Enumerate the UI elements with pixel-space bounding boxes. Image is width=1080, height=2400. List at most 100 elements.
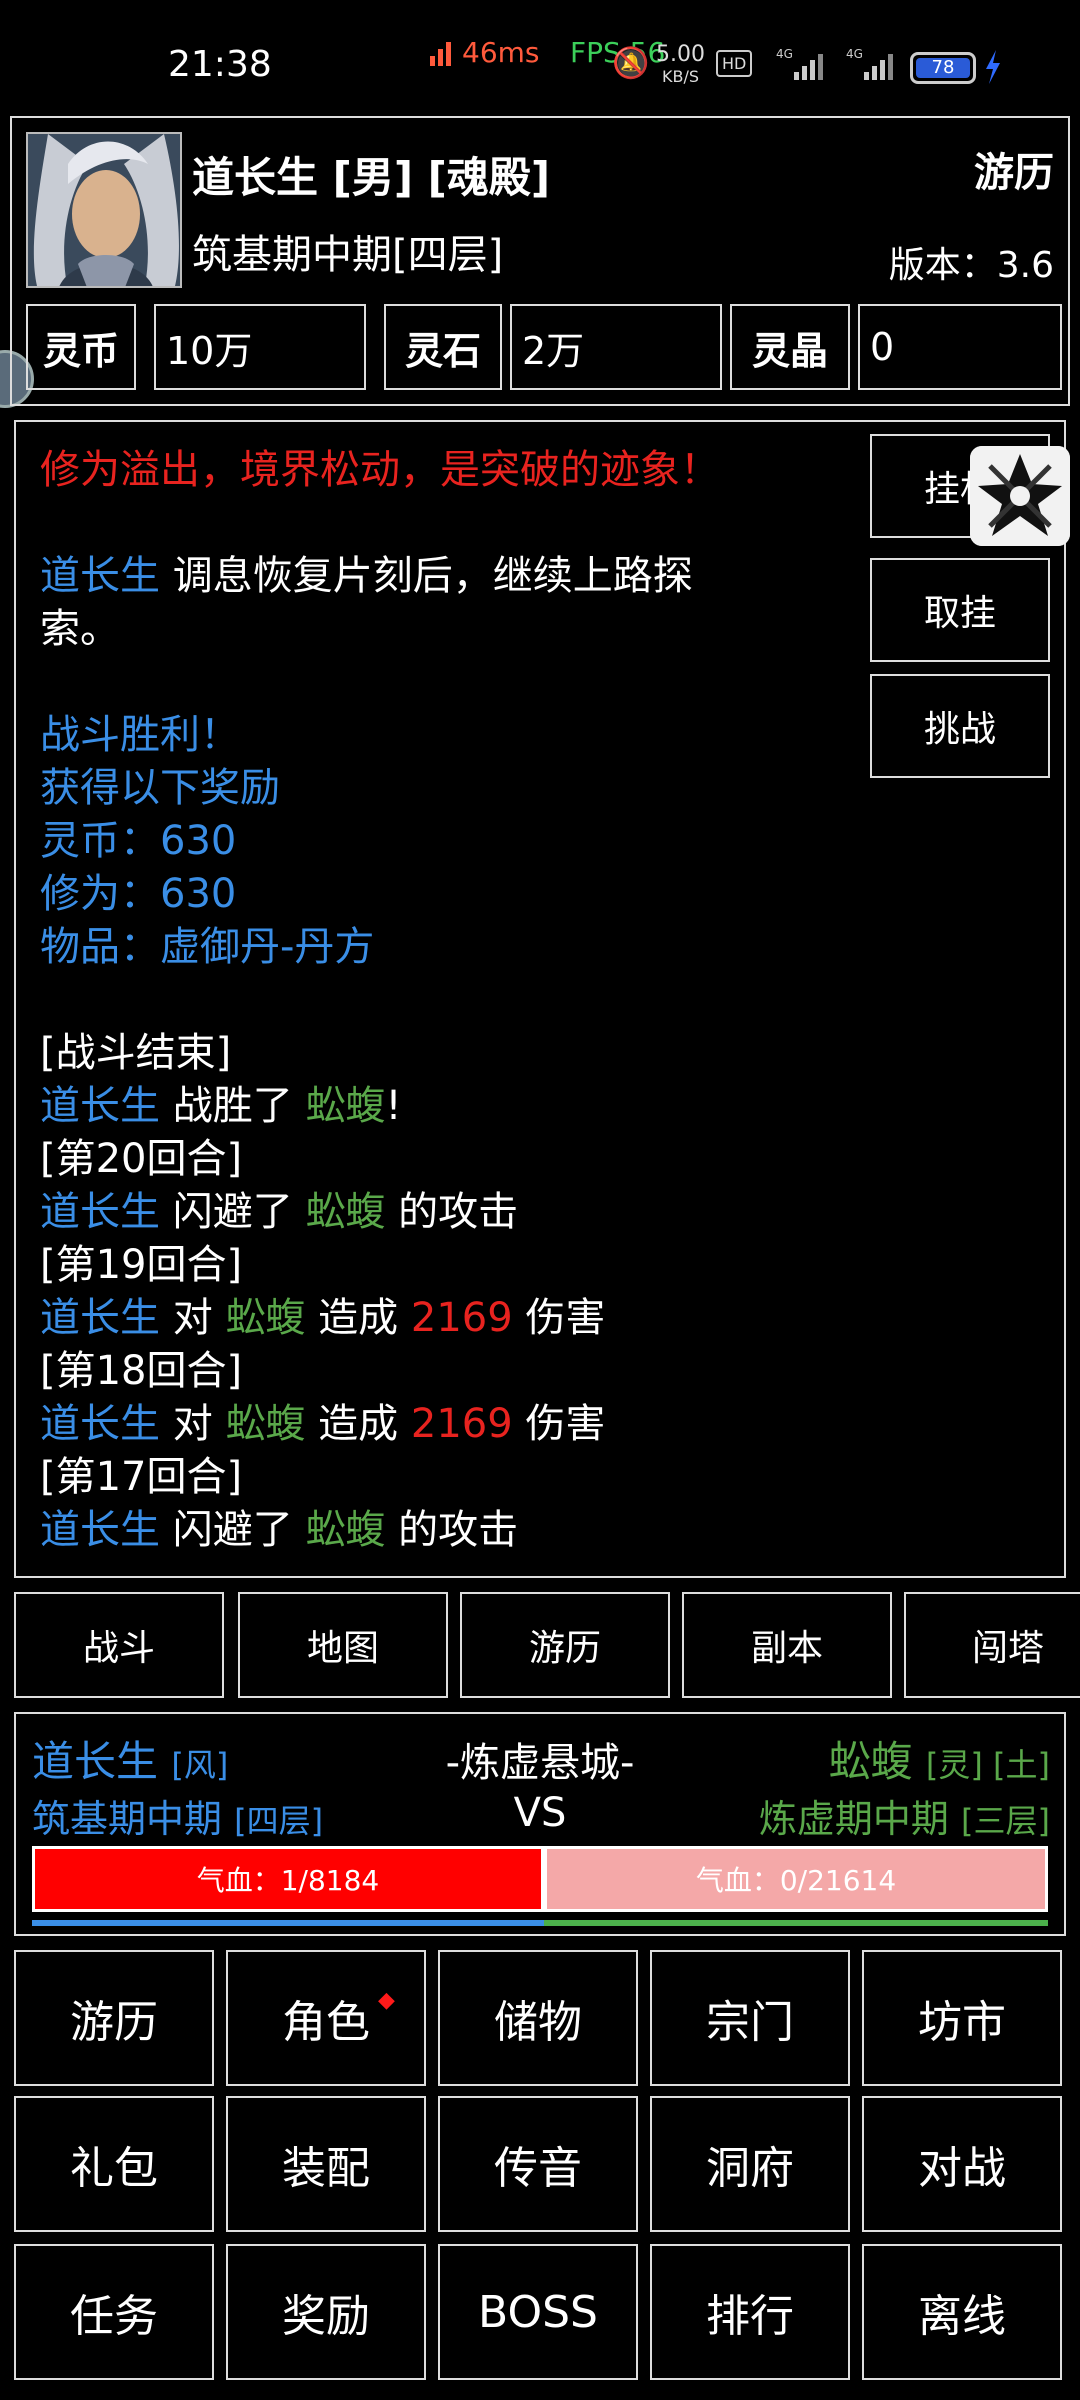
log-text: 闪避了 xyxy=(160,1189,306,1235)
menu-gift-button[interactable]: 礼包 xyxy=(14,2096,214,2232)
log-text: 索。 xyxy=(40,606,120,652)
log-enemy-name: 蚣蝮 xyxy=(225,1295,306,1341)
log-round: [第18回合] xyxy=(40,1348,243,1394)
menu-travel-button[interactable]: 游历 xyxy=(14,1950,214,2086)
signal-4g-icon: 4G xyxy=(846,46,896,86)
battle-log-panel[interactable]: 修为溢出，境界松动，是突破的迹象！ 道长生 调息恢复片刻后，继续上路探 索。 战… xyxy=(14,420,1066,1578)
cancel-idle-button[interactable]: 取挂 xyxy=(870,558,1050,662)
log-text: 的攻击 xyxy=(385,1189,519,1235)
log-text: 伤害 xyxy=(512,1295,606,1341)
version-label: 版本：3.6 xyxy=(888,245,1054,286)
character-name: 道长生 [男] [魂殿] xyxy=(192,153,551,202)
signal-bars-icon xyxy=(430,40,452,66)
log-victory: 战斗胜利！ xyxy=(40,712,240,758)
battle-enemy-layer: [三层] xyxy=(961,1802,1050,1840)
log-text: 的攻击 xyxy=(385,1507,519,1553)
log-round: [第17回合] xyxy=(40,1454,243,1500)
log-line: 道长生 闪避了 蚣蝮 的攻击 xyxy=(40,1504,880,1557)
battle-enemy-realm-row: 炼虚期中期 [三层] xyxy=(759,1788,1050,1843)
enemy-hp-bar: 气血：0/21614 xyxy=(544,1846,1048,1912)
tab-battle[interactable]: 战斗 xyxy=(14,1592,224,1698)
menu-quest-button[interactable]: 任务 xyxy=(14,2244,214,2380)
log-damage: 2169 xyxy=(410,1401,513,1447)
player-energy-bar xyxy=(32,1920,544,1926)
battle-enemy-realm: 炼虚期中期 xyxy=(758,1797,949,1841)
currency-value-spirit-crystal: 0 xyxy=(858,304,1062,390)
log-player-name: 道长生 xyxy=(40,1401,160,1447)
battle-enemy-name: 蚣蝮 xyxy=(828,1737,913,1786)
battle-enemy: 蚣蝮 [灵] [土] xyxy=(829,1728,1051,1789)
net-speed-value: 5.00 xyxy=(656,42,705,67)
log-text: ! xyxy=(385,1083,402,1129)
log-enemy-name: 蚣蝮 xyxy=(305,1507,386,1553)
menu-message-button[interactable]: 传音 xyxy=(438,2096,638,2232)
log-player-name: 道长生 xyxy=(40,553,160,599)
log-reward-cultivation: 修为：630 xyxy=(40,871,237,917)
notification-dot-icon: ◆ xyxy=(378,1988,395,2013)
character-realm: 筑基期中期[四层] xyxy=(192,232,504,278)
menu-character-label: 角色 xyxy=(282,1997,370,2048)
currency-label-spirit-crystal: 灵晶 xyxy=(730,304,850,390)
charging-icon xyxy=(984,50,1002,88)
log-text: 伤害 xyxy=(512,1401,606,1447)
menu-cave-button[interactable]: 洞府 xyxy=(650,2096,850,2232)
mute-icon: 🔕 xyxy=(612,46,650,81)
menu-offline-button[interactable]: 离线 xyxy=(862,2244,1062,2380)
log-player-name: 道长生 xyxy=(40,1507,160,1553)
log-round: [第20回合] xyxy=(40,1136,243,1182)
currency-value-spirit-coin: 10万 xyxy=(154,304,366,390)
log-line: 道长生 对 蚣蝮 造成 2169 伤害 xyxy=(40,1398,880,1451)
battery-level: 78 xyxy=(916,58,970,78)
battery-icon: 78 xyxy=(910,52,976,84)
menu-equip-button[interactable]: 装配 xyxy=(226,2096,426,2232)
log-breakthrough-hint: 修为溢出，境界松动，是突破的迹象！ xyxy=(40,447,720,493)
menu-character-button[interactable]: 角色 ◆ xyxy=(226,1950,426,2086)
challenge-button[interactable]: 挑战 xyxy=(870,674,1050,778)
log-damage: 2169 xyxy=(410,1295,513,1341)
character-header: 道长生 [男] [魂殿] 筑基期中期[四层] 游历 版本：3.6 灵币 10万 … xyxy=(10,116,1070,406)
log-enemy-name: 蚣蝮 xyxy=(225,1401,306,1447)
menu-sect-button[interactable]: 宗门 xyxy=(650,1950,850,2086)
log-text: 对 xyxy=(160,1295,226,1341)
ping-readout: 46ms xyxy=(462,36,540,69)
log-text: 对 xyxy=(160,1401,226,1447)
log-text: 造成 xyxy=(305,1401,411,1447)
menu-boss-button[interactable]: BOSS xyxy=(438,2244,638,2380)
menu-storage-button[interactable]: 储物 xyxy=(438,1950,638,2086)
avatar-portrait xyxy=(28,134,180,286)
tab-tower[interactable]: 闯塔 xyxy=(904,1592,1080,1698)
tab-dungeon[interactable]: 副本 xyxy=(682,1592,892,1698)
floating-game-assistant-icon[interactable] xyxy=(970,446,1070,546)
menu-market-button[interactable]: 坊市 xyxy=(862,1950,1062,2086)
log-player-name: 道长生 xyxy=(40,1189,160,1235)
player-hp-bar: 气血：1/8184 xyxy=(32,1846,544,1912)
log-enemy-name: 蚣蝮 xyxy=(305,1189,386,1235)
svg-text:4G: 4G xyxy=(846,47,863,61)
currency-value-spirit-stone: 2万 xyxy=(510,304,722,390)
log-line: 道长生 对 蚣蝮 造成 2169 伤害 xyxy=(40,1292,880,1345)
travel-label[interactable]: 游历 xyxy=(974,140,1054,198)
menu-pvp-button[interactable]: 对战 xyxy=(862,2096,1062,2232)
signal-4g-icon: 4G xyxy=(776,46,826,86)
character-avatar[interactable] xyxy=(26,132,182,288)
battle-enemy-tags: [灵] [土] xyxy=(925,1746,1050,1784)
log-rest-line: 道长生 调息恢复片刻后，继续上路探 xyxy=(40,550,880,603)
tab-travel[interactable]: 游历 xyxy=(460,1592,670,1698)
log-reward-coin: 灵币：630 xyxy=(40,818,237,864)
log-line: 道长生 闪避了 蚣蝮 的攻击 xyxy=(40,1186,880,1239)
currency-label-spirit-stone: 灵石 xyxy=(384,304,502,390)
log-battle-end: [战斗结束] xyxy=(40,1030,232,1076)
log-round: [第19回合] xyxy=(40,1242,243,1288)
menu-rank-button[interactable]: 排行 xyxy=(650,2244,850,2380)
battle-status-panel: 道长生 [风] 筑基期中期 [四层] -炼虚悬城- VS 蚣蝮 [灵] [土] … xyxy=(14,1712,1066,1936)
battle-log: 修为溢出，境界松动，是突破的迹象！ 道长生 调息恢复片刻后，继续上路探 索。 战… xyxy=(40,444,880,1557)
log-text: 调息恢复片刻后，继续上路探 xyxy=(160,553,693,599)
menu-reward-button[interactable]: 奖励 xyxy=(226,2244,426,2380)
currency-label-spirit-coin: 灵币 xyxy=(26,304,136,390)
hd-icon: HD xyxy=(716,50,753,77)
log-text: 战胜了 xyxy=(160,1083,306,1129)
log-reward-item: 物品：虚御丹-丹方 xyxy=(40,924,375,970)
status-time: 21:38 xyxy=(168,44,272,85)
tab-map[interactable]: 地图 xyxy=(238,1592,448,1698)
log-enemy-name: 蚣蝮 xyxy=(305,1083,386,1129)
